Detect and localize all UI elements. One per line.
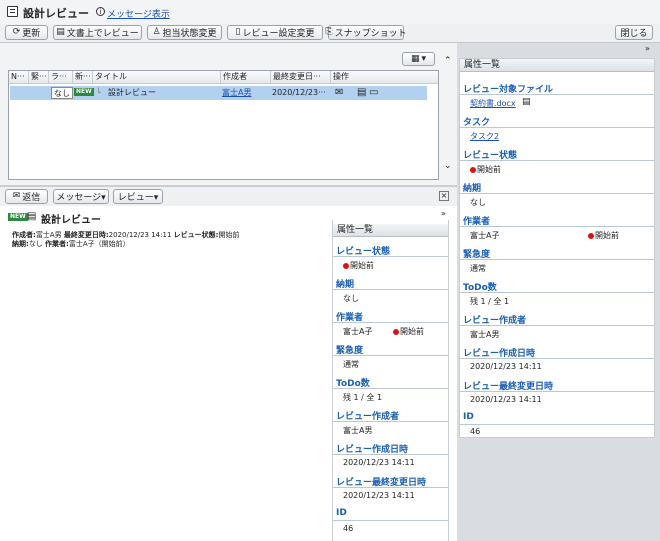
page-title: 設計レビュー	[23, 7, 89, 20]
assignee-change-button[interactable]: ♙ 担当状態変更	[147, 25, 222, 40]
id-header: ID	[336, 508, 347, 518]
file-doc-icon: ▤	[522, 97, 531, 107]
reply-button[interactable]: ✉ 返信	[5, 189, 48, 204]
close-pane-icon[interactable]: ×	[439, 191, 449, 201]
review-table: N··· 緊··· ラ··· 新··· タイトル 作成者 最終変更日··· 操作…	[8, 70, 439, 180]
column-settings-button[interactable]: ▦ ▾	[402, 52, 435, 66]
priority-value: 通常	[470, 264, 486, 273]
status-dot	[343, 262, 349, 269]
col-label[interactable]: ラ···	[49, 71, 73, 83]
table-header: N··· 緊··· ラ··· 新··· タイトル 作成者 最終変更日··· 操作	[9, 71, 438, 84]
snapshot-icon: ⎘	[325, 27, 333, 37]
modified-value: 2020/12/23 14:11	[343, 491, 415, 500]
col-modified[interactable]: 最終変更日···	[271, 71, 331, 83]
tree-connector: └	[96, 88, 101, 97]
row-title[interactable]: 設計レビュー	[108, 86, 156, 100]
id-value: 46	[343, 524, 354, 533]
properties-panel-small: 属性一覧 レビュー状態 開始前 納期 なし 作業者 富士A子 開始前 緊急度 通…	[332, 220, 449, 541]
snapshot-button[interactable]: ⎘ スナップショット	[325, 25, 407, 40]
refresh-icon: ⟳	[12, 27, 21, 37]
review-state-value: 開始前	[470, 164, 501, 175]
review-menu-button[interactable]: レビュー▾	[113, 189, 163, 204]
scroll-up-arrow[interactable]: ⌃	[444, 56, 452, 66]
table-row[interactable]: なし NEW └ 設計レビュー 富士A男 2020/12/23··· ✉ ▤ ▭	[10, 86, 427, 100]
columns-icon: ▦	[410, 53, 420, 64]
info-icon: i	[96, 7, 105, 16]
target-file-link[interactable]: 契約書.docx	[470, 98, 516, 109]
created-value: 2020/12/23 14:11	[343, 458, 415, 467]
document-icon[interactable]: ▤	[357, 86, 366, 100]
task-link[interactable]: タスク2	[470, 131, 499, 142]
board-icon: ▤	[27, 211, 37, 222]
priority-value: 通常	[343, 360, 359, 369]
board-icon	[7, 6, 18, 17]
row-creator-link[interactable]: 富士A男	[222, 86, 251, 100]
row-label-badge: なし	[51, 87, 73, 99]
col-urgency[interactable]: 緊···	[29, 71, 49, 83]
worker-state: 開始前	[393, 326, 424, 337]
comment-icon[interactable]: ▭	[369, 86, 378, 100]
worker-value: 富士A子	[343, 327, 373, 336]
col-new[interactable]: 新···	[73, 71, 93, 83]
expand-right-icon[interactable]: »	[645, 44, 650, 53]
status-dot	[588, 232, 594, 239]
scroll-down-arrow[interactable]: ⌄	[444, 161, 452, 171]
mail-icon[interactable]: ✉	[335, 86, 343, 100]
worker-value: 富士A子	[470, 231, 500, 240]
new-badge: NEW	[74, 88, 94, 96]
row-modified: 2020/12/23···	[272, 88, 326, 97]
list-pane: ▦ ▾ ⌃ ⌄ N··· 緊··· ラ··· 新··· タイトル 作成者 最終変更…	[0, 43, 457, 185]
review-settings-button[interactable]: ▯ レビュー設定変更	[227, 25, 323, 40]
col-creator[interactable]: 作成者	[221, 71, 271, 83]
creator-value: 富士A男	[470, 330, 500, 339]
message-menu-button[interactable]: メッセージ▾	[53, 189, 109, 204]
todo-value: 残 1 / 全 1	[470, 297, 510, 306]
creator-value: 富士A男	[343, 426, 373, 435]
col-number[interactable]: N···	[9, 71, 29, 83]
settings-doc-icon: ▯	[235, 27, 241, 37]
col-title[interactable]: タイトル	[93, 71, 221, 83]
message-display-link[interactable]: メッセージ表示	[107, 7, 170, 20]
expand-icon[interactable]: »	[441, 209, 446, 218]
detail-title: 設計レビュー	[41, 215, 101, 226]
modified-value: 2020/12/23 14:11	[470, 395, 542, 404]
id-value: 46	[470, 427, 481, 436]
worker-state: 開始前	[588, 230, 619, 241]
new-icon: NEW	[8, 213, 28, 221]
detail-meta-line2: 納期:なし 作業者:富士A子（開始前）	[12, 240, 130, 248]
doc-review-button[interactable]: ▤ 文書上でレビュー	[53, 25, 142, 40]
created-value: 2020/12/23 14:11	[470, 362, 542, 371]
update-button[interactable]: ⟳ 更新	[5, 25, 48, 40]
due-value: なし	[343, 294, 359, 303]
col-actions[interactable]: 操作	[331, 71, 438, 83]
user-icon: ♙	[152, 27, 161, 37]
close-button[interactable]: 閉じる	[615, 25, 653, 40]
status-dot	[470, 166, 476, 173]
window-header: 設計レビュー i メッセージ表示	[0, 0, 660, 24]
panel-title: 属性一覧	[333, 224, 448, 237]
due-value: なし	[470, 198, 486, 207]
document-icon: ▤	[56, 27, 65, 37]
panel-title: 属性一覧	[460, 59, 654, 72]
reply-icon: ✉	[12, 191, 21, 201]
id-header: ID	[463, 412, 474, 422]
chevron-down-icon: ▾	[421, 53, 427, 64]
properties-panel-large: 属性一覧 レビュー対象ファイル 契約書.docx ▤ タスク タスク2 レビュー…	[459, 58, 655, 438]
todo-value: 残 1 / 全 1	[343, 393, 383, 402]
status-dot	[393, 328, 399, 335]
review-state-value: 開始前	[343, 260, 374, 271]
